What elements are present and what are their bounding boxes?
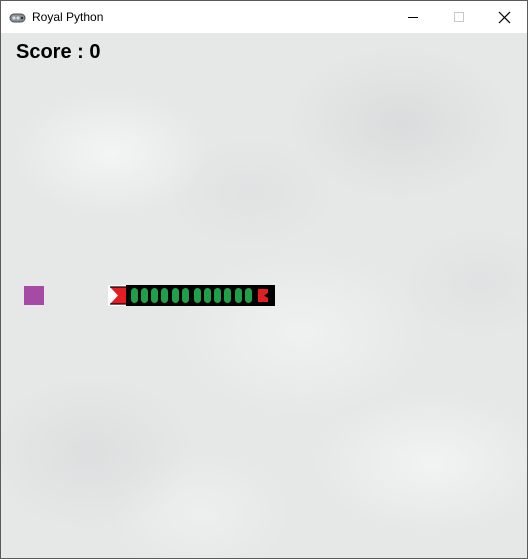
snake-head xyxy=(108,285,129,306)
score-label: Score : 0 xyxy=(16,41,101,63)
python-icon xyxy=(9,11,27,23)
game-canvas[interactable]: Score : 0 xyxy=(1,33,527,558)
snake-body xyxy=(128,285,254,306)
maximize-button[interactable] xyxy=(436,1,482,33)
minimize-icon xyxy=(408,17,418,18)
title-bar[interactable]: Royal Python xyxy=(1,1,527,33)
minimize-button[interactable] xyxy=(390,1,436,33)
snake xyxy=(108,285,275,306)
window-title: Royal Python xyxy=(32,10,104,24)
close-icon xyxy=(498,11,511,24)
snake-tail xyxy=(254,285,275,306)
close-button[interactable] xyxy=(481,1,527,33)
food-pellet xyxy=(24,286,44,305)
maximize-icon xyxy=(454,12,464,22)
game-window: Royal Python Score : 0 xyxy=(0,0,528,559)
